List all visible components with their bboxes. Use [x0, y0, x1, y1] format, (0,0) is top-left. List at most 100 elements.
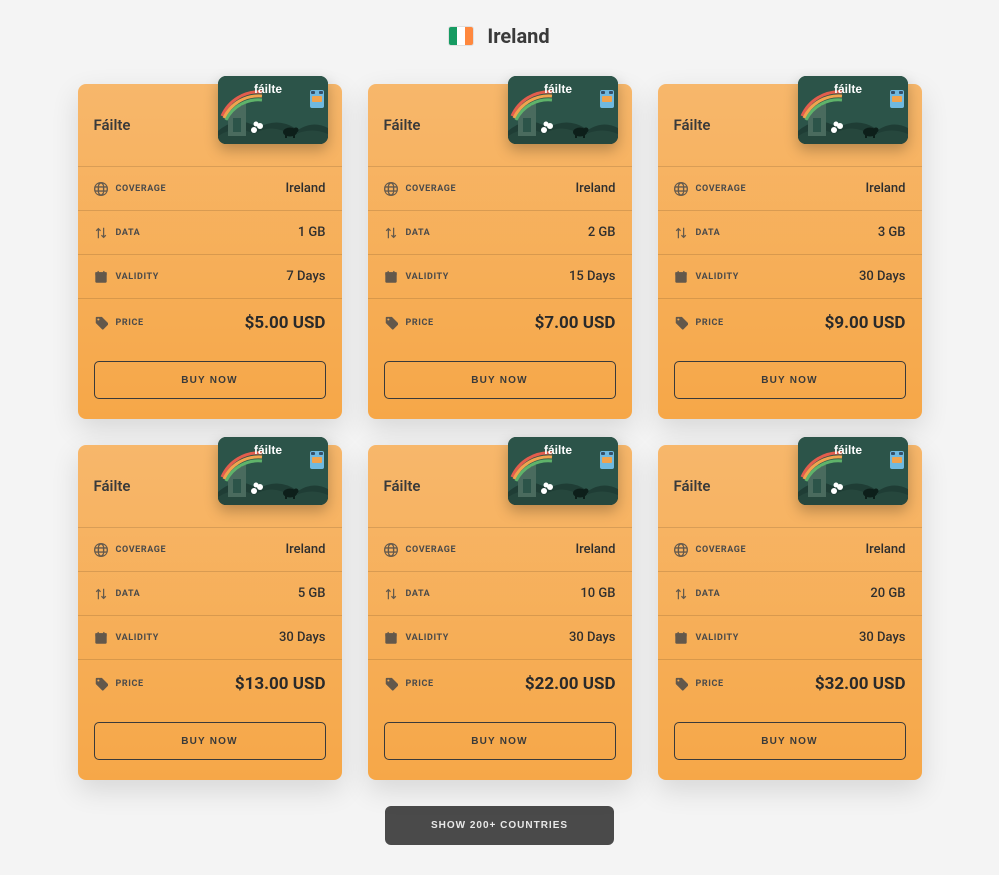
validity-label: VALIDITY [696, 272, 739, 282]
data-arrows-icon [384, 587, 398, 601]
data-value: 10 GB [580, 586, 615, 601]
calendar-icon [674, 270, 688, 284]
esim-card-image [798, 76, 908, 144]
buy-now-button[interactable]: BUY NOW [384, 361, 616, 399]
data-value: 3 GB [878, 225, 906, 240]
esim-card-image [798, 437, 908, 505]
validity-value: 30 Days [859, 269, 905, 284]
price-tag-icon [384, 677, 398, 691]
ireland-flag-icon [449, 27, 473, 45]
page-header: Ireland [0, 24, 999, 48]
data-arrows-icon [674, 587, 688, 601]
price-value: $7.00 USD [535, 313, 616, 333]
coverage-label: COVERAGE [696, 184, 747, 194]
price-value: $13.00 USD [235, 674, 326, 694]
validity-label: VALIDITY [696, 633, 739, 643]
globe-icon [94, 182, 108, 196]
price-tag-icon [674, 677, 688, 691]
data-label: DATA [116, 589, 141, 599]
data-value: 20 GB [870, 586, 905, 601]
price-value: $22.00 USD [525, 674, 616, 694]
coverage-value: Ireland [285, 542, 325, 557]
plan-grid: Fáilte COVERAGE Ireland DATA 1 GB VALIDI… [0, 84, 999, 780]
price-tag-icon [94, 316, 108, 330]
buy-now-button[interactable]: BUY NOW [94, 722, 326, 760]
country-title: Ireland [487, 24, 549, 48]
price-tag-icon [384, 316, 398, 330]
globe-icon [674, 543, 688, 557]
esim-card-image [218, 437, 328, 505]
coverage-label: COVERAGE [406, 184, 457, 194]
coverage-value: Ireland [285, 181, 325, 196]
data-arrows-icon [94, 587, 108, 601]
price-label: PRICE [696, 318, 724, 328]
plan-title: Fáilte [94, 477, 131, 495]
show-more-countries-button[interactable]: SHOW 200+ COUNTRIES [385, 806, 614, 845]
data-value: 1 GB [298, 225, 326, 240]
data-label: DATA [116, 228, 141, 238]
validity-label: VALIDITY [406, 272, 449, 282]
plan-title: Fáilte [384, 477, 421, 495]
validity-label: VALIDITY [116, 633, 159, 643]
esim-card-image [508, 76, 618, 144]
price-label: PRICE [406, 318, 434, 328]
coverage-label: COVERAGE [406, 545, 457, 555]
data-value: 2 GB [588, 225, 616, 240]
plan-card: Fáilte COVERAGE Ireland DATA 1 GB VALIDI… [78, 84, 342, 419]
plan-card: Fáilte COVERAGE Ireland DATA 10 GB VALID… [368, 445, 632, 780]
price-tag-icon [674, 316, 688, 330]
price-value: $9.00 USD [825, 313, 906, 333]
plan-card: Fáilte COVERAGE Ireland DATA 5 GB VALIDI… [78, 445, 342, 780]
buy-now-button[interactable]: BUY NOW [94, 361, 326, 399]
data-arrows-icon [384, 226, 398, 240]
calendar-icon [94, 631, 108, 645]
calendar-icon [384, 631, 398, 645]
calendar-icon [674, 631, 688, 645]
coverage-label: COVERAGE [116, 545, 167, 555]
data-label: DATA [696, 589, 721, 599]
plan-title: Fáilte [674, 116, 711, 134]
globe-icon [674, 182, 688, 196]
calendar-icon [384, 270, 398, 284]
buy-now-button[interactable]: BUY NOW [674, 722, 906, 760]
coverage-label: COVERAGE [696, 545, 747, 555]
plan-card: Fáilte COVERAGE Ireland DATA 3 GB VALIDI… [658, 84, 922, 419]
plan-card: Fáilte COVERAGE Ireland DATA 2 GB VALIDI… [368, 84, 632, 419]
price-label: PRICE [116, 318, 144, 328]
validity-value: 30 Days [279, 630, 325, 645]
validity-value: 30 Days [859, 630, 905, 645]
price-value: $5.00 USD [245, 313, 326, 333]
esim-card-image [508, 437, 618, 505]
coverage-value: Ireland [575, 181, 615, 196]
price-label: PRICE [406, 679, 434, 689]
globe-icon [384, 543, 398, 557]
validity-label: VALIDITY [406, 633, 449, 643]
validity-value: 30 Days [569, 630, 615, 645]
data-label: DATA [406, 589, 431, 599]
globe-icon [94, 543, 108, 557]
data-value: 5 GB [298, 586, 326, 601]
price-value: $32.00 USD [815, 674, 906, 694]
buy-now-button[interactable]: BUY NOW [674, 361, 906, 399]
validity-value: 15 Days [569, 269, 615, 284]
price-label: PRICE [116, 679, 144, 689]
coverage-value: Ireland [865, 542, 905, 557]
esim-card-image [218, 76, 328, 144]
coverage-value: Ireland [575, 542, 615, 557]
coverage-label: COVERAGE [116, 184, 167, 194]
validity-label: VALIDITY [116, 272, 159, 282]
calendar-icon [94, 270, 108, 284]
buy-now-button[interactable]: BUY NOW [384, 722, 616, 760]
data-arrows-icon [94, 226, 108, 240]
plan-card: Fáilte COVERAGE Ireland DATA 20 GB VALID… [658, 445, 922, 780]
validity-value: 7 Days [286, 269, 325, 284]
globe-icon [384, 182, 398, 196]
price-tag-icon [94, 677, 108, 691]
coverage-value: Ireland [865, 181, 905, 196]
data-arrows-icon [674, 226, 688, 240]
plan-title: Fáilte [384, 116, 421, 134]
plan-title: Fáilte [674, 477, 711, 495]
data-label: DATA [696, 228, 721, 238]
plan-title: Fáilte [94, 116, 131, 134]
price-label: PRICE [696, 679, 724, 689]
